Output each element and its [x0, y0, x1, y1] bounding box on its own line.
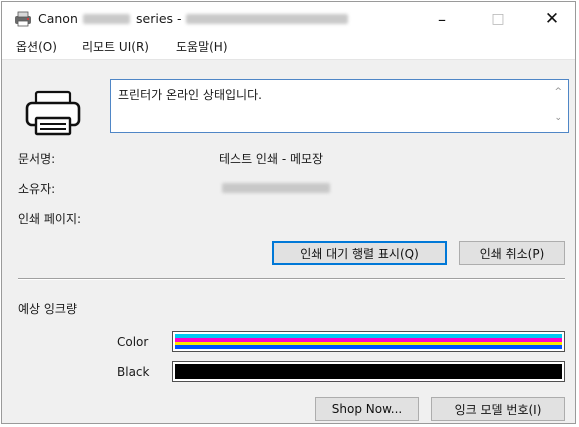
section-divider — [18, 278, 565, 280]
display-print-queue-button[interactable]: 인쇄 대기 행렬 표시(Q) — [272, 241, 447, 265]
menu-help[interactable]: 도움말(H) — [176, 39, 228, 55]
status-message-box[interactable]: 프린터가 온라인 상태입니다. ^ ⌄ — [110, 79, 569, 133]
menu-divider — [2, 59, 575, 60]
owner-value-redacted — [222, 183, 330, 193]
color-ink-level — [175, 334, 562, 349]
window-title-model-redacted — [83, 14, 130, 24]
estimated-ink-levels-label: 예상 잉크량 — [18, 302, 78, 316]
window-title-series: series - — [136, 11, 182, 26]
black-ink-bar — [172, 361, 565, 382]
title-bar[interactable]: Canon series - – □ ✕ — [2, 2, 575, 35]
window-title-port-redacted — [186, 14, 348, 24]
printer-status-window: Canon series - – □ ✕ 옵션(O) 리모트 UI(R) 도움말… — [1, 1, 576, 424]
status-message: 프린터가 온라인 상태입니다. — [118, 88, 262, 102]
document-name-label: 문서명: — [18, 152, 56, 166]
document-name-value: 테스트 인쇄 - 메모장 — [219, 152, 324, 166]
shop-now-button[interactable]: Shop Now... — [315, 397, 419, 421]
black-ink-level — [175, 364, 562, 379]
scroll-down-icon[interactable]: ⌄ — [554, 113, 562, 123]
menu-remote-ui[interactable]: 리모트 UI(R) — [82, 39, 149, 55]
canon-printer-app-icon — [15, 11, 31, 27]
window-title-brand: Canon — [38, 11, 78, 26]
color-ink-label: Color — [117, 335, 149, 349]
maximize-button: □ — [491, 11, 505, 27]
printer-icon — [25, 90, 81, 136]
black-ink-label: Black — [117, 365, 150, 379]
ink-model-number-button[interactable]: 잉크 모델 번호(I) — [431, 397, 565, 421]
scroll-up-icon[interactable]: ^ — [554, 87, 562, 97]
cancel-printing-button[interactable]: 인쇄 취소(P) — [459, 241, 565, 265]
blue-ink-stripe — [175, 345, 562, 349]
menu-bar: 옵션(O) 리모트 UI(R) 도움말(H) — [2, 35, 575, 59]
minimize-button[interactable]: – — [420, 6, 464, 32]
color-ink-bar — [172, 331, 565, 352]
print-pages-label: 인쇄 페이지: — [18, 212, 82, 226]
menu-options[interactable]: 옵션(O) — [16, 39, 57, 55]
owner-label: 소유자: — [18, 182, 56, 196]
close-button[interactable]: ✕ — [530, 6, 574, 32]
